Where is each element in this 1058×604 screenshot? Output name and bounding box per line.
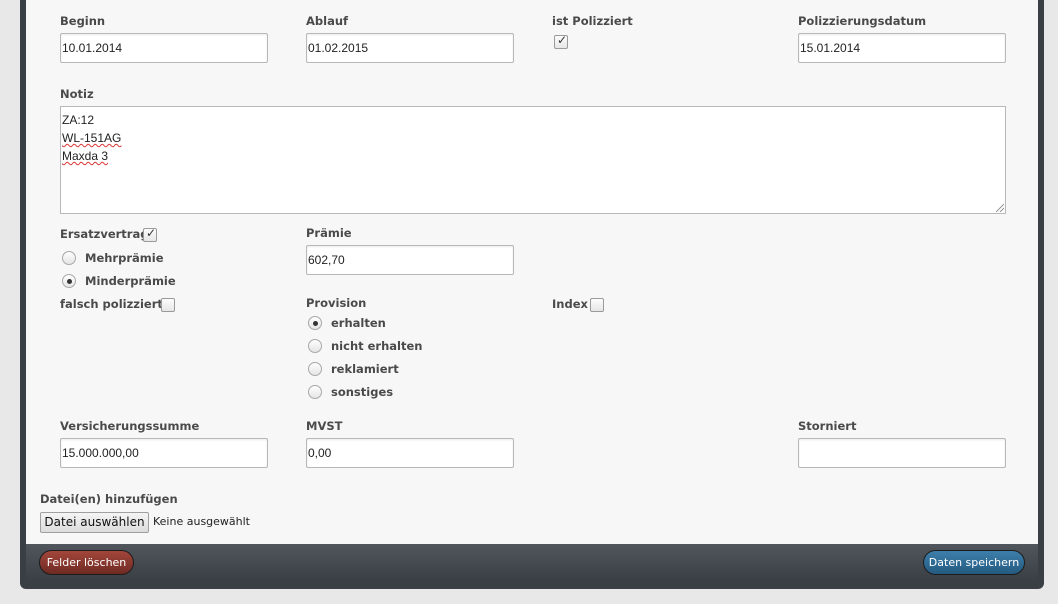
provision-sonstiges-radio[interactable]: [308, 385, 322, 399]
provision-erhalten-radio[interactable]: [308, 316, 322, 330]
polizziert-label: ist Polizziert: [552, 14, 633, 28]
dateien-label: Datei(en) hinzufügen: [40, 492, 178, 506]
polizzierungsdatum-input[interactable]: [798, 33, 1006, 63]
polizzierungsdatum-label: Polizzierungsdatum: [798, 14, 927, 28]
praemie-label: Prämie: [306, 226, 352, 240]
index-label: Index: [552, 297, 588, 311]
falsch-polizziert-checkbox[interactable]: [161, 298, 175, 312]
file-choose-button[interactable]: Datei auswählen: [40, 512, 149, 533]
provision-reklamiert-radio[interactable]: [308, 362, 322, 376]
form-panel: Beginn Ablauf ist Polizziert ✓ Polizzier…: [26, 0, 1038, 544]
storniert-label: Storniert: [798, 419, 857, 433]
resize-handle-icon[interactable]: [996, 204, 1004, 212]
form-container: Beginn Ablauf ist Polizziert ✓ Polizzier…: [20, 0, 1044, 589]
praemie-input[interactable]: [306, 245, 514, 275]
save-data-button[interactable]: Daten speichern: [923, 550, 1025, 575]
provision-erhalten-label: erhalten: [331, 316, 386, 330]
notiz-label: Notiz: [60, 87, 94, 101]
provision-label: Provision: [306, 296, 367, 310]
minderpraemie-label: Minderprämie: [85, 274, 176, 288]
ersatzvertrag-label: Ersatzvertrag: [60, 227, 149, 241]
falsch-polizziert-label: falsch polizziert: [60, 297, 163, 311]
ersatzvertrag-checkbox[interactable]: ✓: [143, 226, 157, 242]
provision-sonstiges-label: sonstiges: [331, 385, 394, 399]
storniert-input[interactable]: [798, 438, 1006, 468]
mehrpraemie-label: Mehrprämie: [85, 251, 164, 265]
versicherungssumme-label: Versicherungssumme: [60, 419, 200, 433]
mvst-input[interactable]: [306, 438, 514, 468]
provision-nicht-erhalten-radio[interactable]: [308, 339, 322, 353]
versicherungssumme-input[interactable]: [60, 438, 268, 468]
file-status-text: Keine ausgewählt: [153, 515, 250, 528]
polizziert-checkbox[interactable]: ✓: [554, 33, 568, 49]
provision-reklamiert-label: reklamiert: [331, 362, 399, 376]
notiz-line: ZA:12: [62, 113, 95, 127]
notiz-line: Maxda 3: [62, 147, 1004, 165]
form-footer: Felder löschen Daten speichern: [26, 544, 1038, 581]
index-checkbox[interactable]: [590, 298, 604, 312]
checkmark-icon: ✓: [146, 226, 157, 240]
mehrpraemie-radio[interactable]: [62, 251, 76, 265]
ablauf-input[interactable]: [306, 33, 514, 63]
notiz-textarea[interactable]: ZA:12 WL-151AG Maxda 3: [60, 106, 1006, 214]
notiz-line: WL-151AG: [62, 131, 122, 145]
ablauf-label: Ablauf: [306, 14, 349, 28]
provision-nicht-erhalten-label: nicht erhalten: [331, 339, 423, 353]
mvst-label: MVST: [306, 419, 343, 433]
clear-fields-button[interactable]: Felder löschen: [39, 550, 134, 575]
beginn-label: Beginn: [60, 14, 106, 28]
checkmark-icon: ✓: [557, 33, 568, 47]
minderpraemie-radio[interactable]: [62, 274, 76, 288]
notiz-line-text: Maxda 3: [62, 149, 109, 163]
beginn-input[interactable]: [60, 33, 268, 63]
